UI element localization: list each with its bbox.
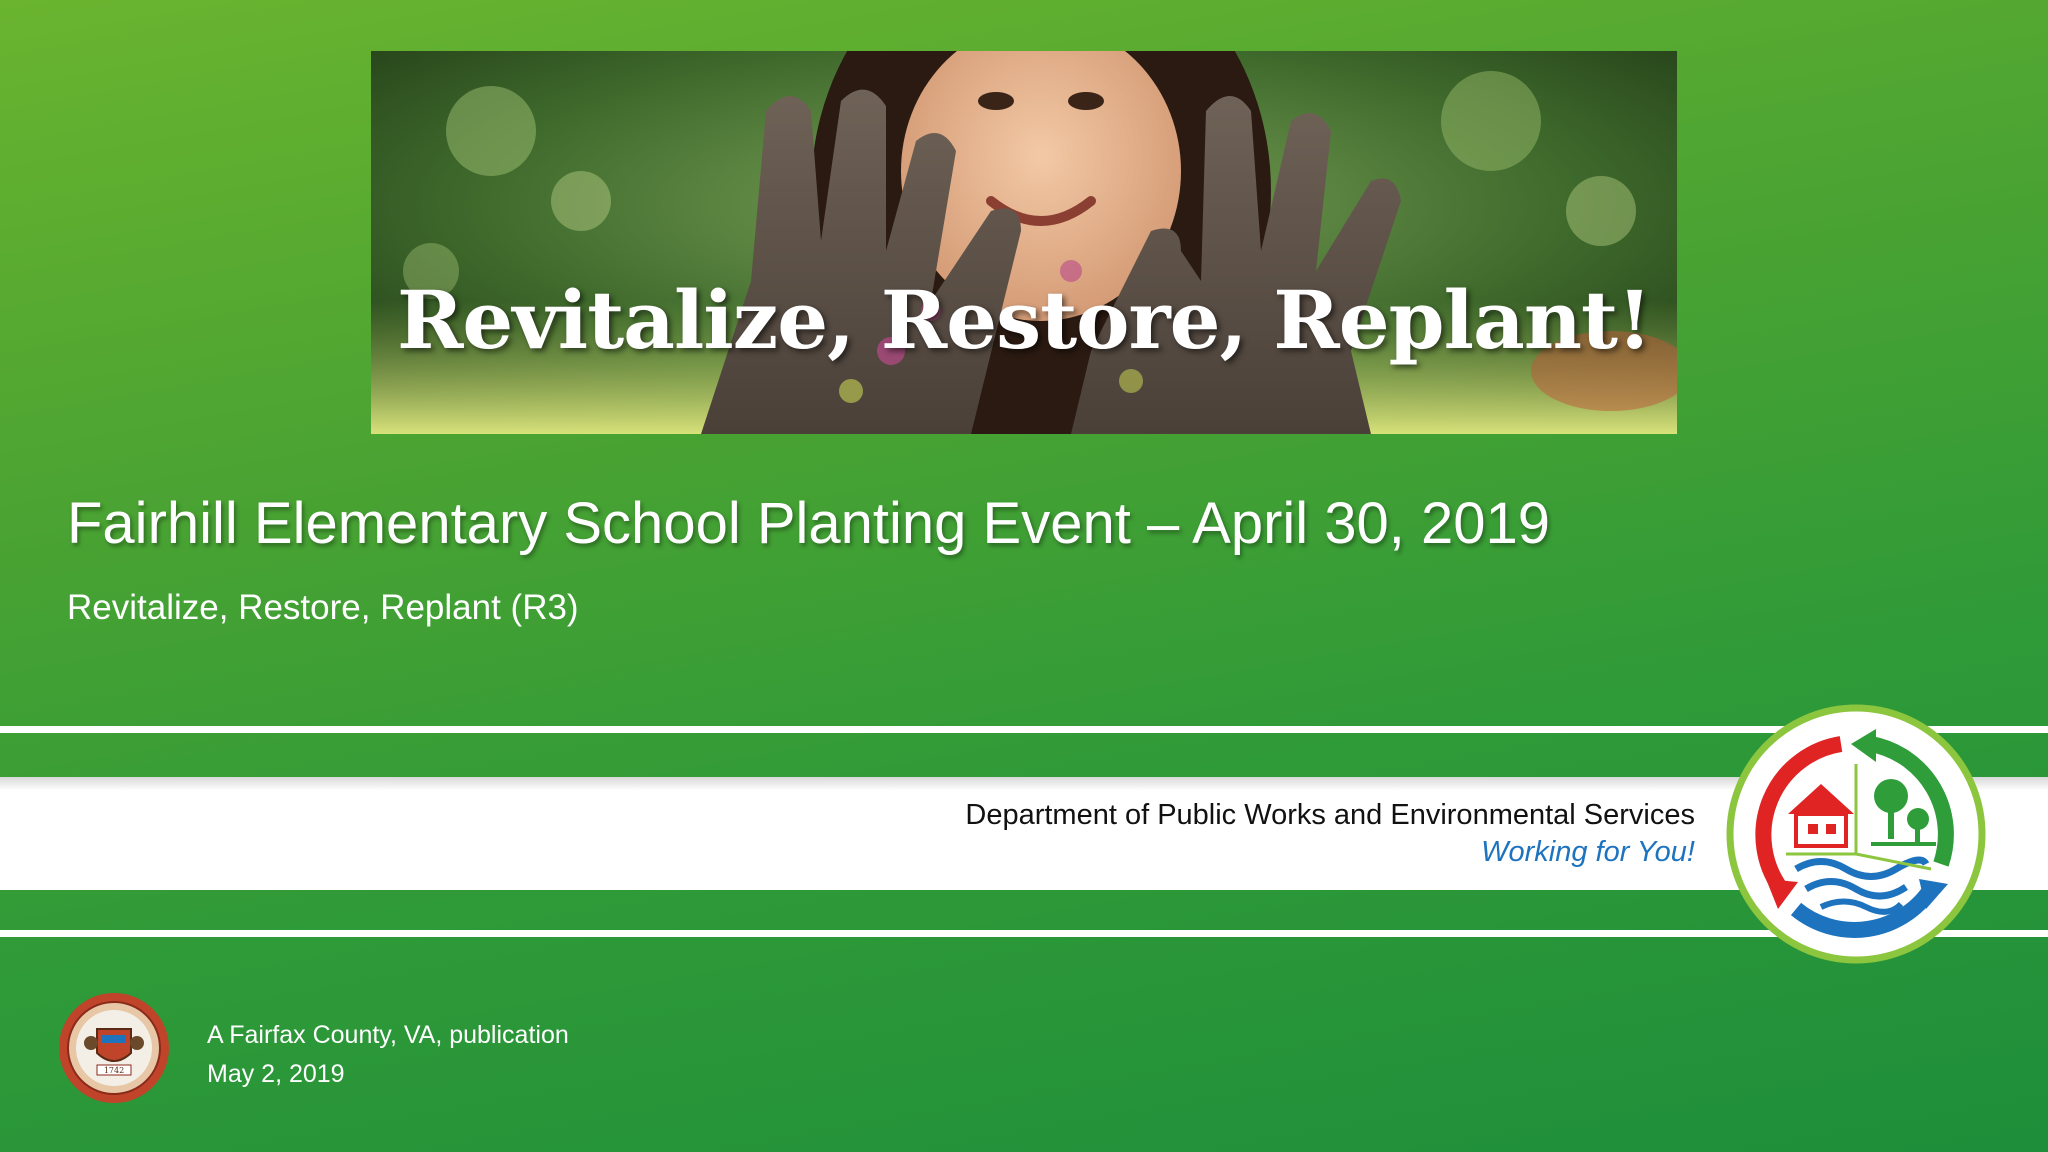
svg-text:1742: 1742	[104, 1066, 124, 1075]
banner-illustration	[371, 51, 1677, 434]
department-tagline: Working for You!	[1481, 836, 1695, 868]
publication-date: May 2, 2019	[207, 1060, 345, 1088]
slide-title: Fairhill Elementary School Planting Even…	[67, 491, 1551, 556]
dpwes-logo-icon	[1726, 704, 1986, 964]
publication-credit: A Fairfax County, VA, publication	[207, 1021, 569, 1049]
banner-photo: Revitalize, Restore, Replant!	[371, 51, 1677, 434]
department-name: Department of Public Works and Environme…	[965, 799, 1695, 831]
fairfax-county-seal-icon: 1742	[57, 991, 171, 1105]
department-block: Department of Public Works and Environme…	[965, 799, 1695, 869]
banner-headline: Revitalize, Restore, Replant!	[396, 273, 1652, 367]
slide-subtitle: Revitalize, Restore, Replant (R3)	[67, 588, 579, 627]
title-slide: Revitalize, Restore, Replant! Fairhill E…	[0, 0, 2048, 1152]
